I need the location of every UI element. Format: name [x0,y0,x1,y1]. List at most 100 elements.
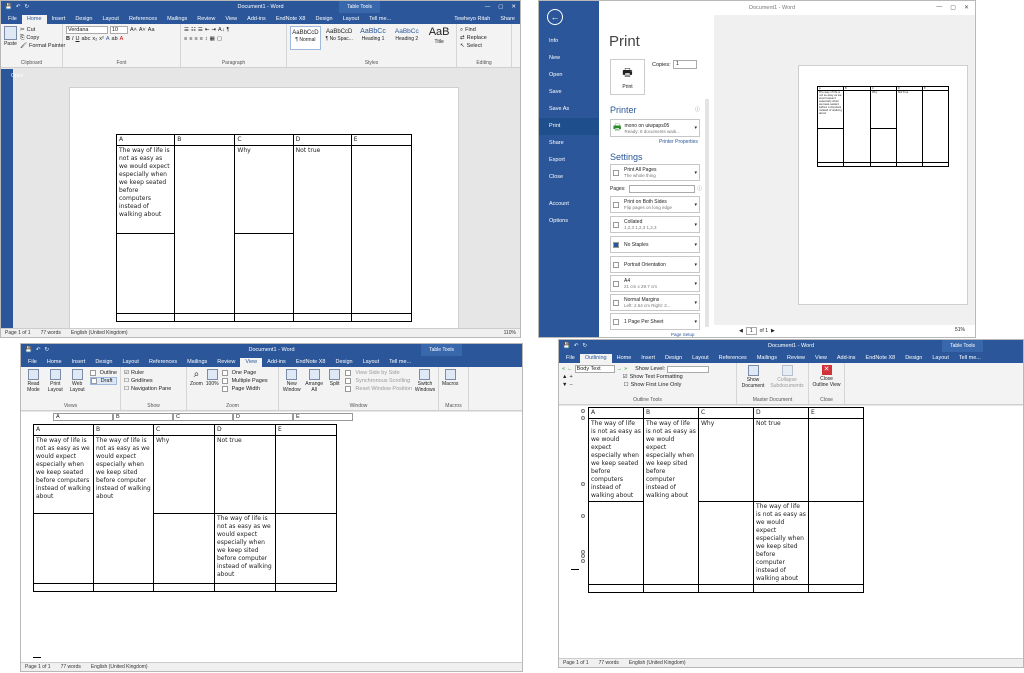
table-cell[interactable]: D [214,424,276,436]
table-cell[interactable] [174,313,236,322]
tab-references[interactable]: References [714,354,752,363]
table-cell[interactable] [174,145,236,314]
page-setup-link[interactable]: Page Setup [671,332,695,337]
minimize-button[interactable]: — [936,4,942,11]
backstage-export[interactable]: Export [539,152,599,169]
demote-body-icon[interactable]: » [624,366,627,372]
expand-icon[interactable]: + [569,374,572,380]
backstage-save-as[interactable]: Save As [539,101,599,118]
duplex-select[interactable]: Print on Both Sides Flip pages on long ed… [610,196,700,213]
language-indicator[interactable]: English (United Kingdom) [91,664,148,670]
tab-mailings[interactable]: Mailings [162,15,192,24]
move-up-icon[interactable]: ▲ [562,374,567,380]
document-page[interactable]: ABCDE The way of life is not as easy as … [69,87,459,337]
table-cell[interactable]: Not true [753,418,809,502]
table-cell[interactable]: A [115,134,176,146]
language-indicator[interactable]: English (United Kingdom) [629,660,686,666]
tab-file[interactable]: File [561,354,580,363]
tab-insert[interactable]: Insert [67,358,91,367]
align-center-icon[interactable]: ≡ [189,36,192,42]
table-cell[interactable] [350,313,413,322]
backstage-share[interactable]: Share [539,135,599,152]
redo-icon[interactable]: ↻ [582,343,587,349]
collate-select[interactable]: Collated 1,2,3 1,2,3 1,2,3 ▾ [610,216,700,233]
print-button[interactable]: 🖶 Print [610,59,645,95]
reset-window-button[interactable]: Reset Window Position [345,385,412,393]
tab-mailings[interactable]: Mailings [182,358,212,367]
table-cell[interactable]: The way of life is not as easy as we wou… [753,501,809,585]
show-document-button[interactable]: Show Document [740,365,766,389]
shrink-font-icon[interactable]: A˅ [139,27,146,33]
tab-review[interactable]: Review [192,15,220,24]
language-indicator[interactable]: English (United Kingdom) [71,330,128,336]
tab-home[interactable]: Home [612,354,637,363]
side-by-side-button[interactable]: View Side by Side [345,369,412,377]
table-cell[interactable]: E [350,134,413,146]
move-down-icon[interactable]: ▼ [562,382,567,388]
subscript-icon[interactable]: x₂ [92,36,97,42]
justify-icon[interactable]: ≡ [200,36,203,42]
save-icon[interactable]: 💾 [563,343,570,349]
table-cell[interactable]: Not true [214,435,276,514]
table-cell[interactable]: D [292,134,352,146]
align-left-icon[interactable]: ≡ [184,36,187,42]
minimize-button[interactable]: — [485,4,491,10]
collapse-icon[interactable]: − [569,382,572,388]
tab-view[interactable]: View [810,354,832,363]
tab-view[interactable]: View [220,15,242,24]
table-cell[interactable]: The way of life is not as easy as we wou… [588,418,644,502]
tab-mailings[interactable]: Mailings [752,354,782,363]
tab-endnote[interactable]: EndNote X8 [861,354,901,363]
table-cell[interactable] [698,501,754,585]
tab-home[interactable]: Home [42,358,67,367]
text-effects-icon[interactable]: A [106,36,110,42]
word-table[interactable]: ABCDE The way of life is not as easy as … [588,407,864,593]
superscript-icon[interactable]: x² [99,36,104,42]
tab-table-layout[interactable]: Layout [927,354,954,363]
backstage-open[interactable]: Open [539,67,599,84]
gridlines-checkbox[interactable]: ☐ Gridlines [124,377,153,385]
shading-icon[interactable]: ▦ [210,36,215,42]
maximize-button[interactable]: ▢ [950,4,956,11]
print-layout-button[interactable]: Print Layout [46,369,65,393]
web-layout-button[interactable]: Web Layout [68,369,87,393]
demote-icon[interactable]: → [617,366,623,372]
pages-per-sheet-select[interactable]: 1 Page Per Sheet ▾ [610,313,700,330]
table-cell[interactable] [214,583,276,592]
copy-button[interactable]: ⎘ Copy [20,34,65,42]
promote-icon[interactable]: ← [567,366,573,372]
table-cell[interactable]: Why [153,435,215,514]
table-cell[interactable]: C [153,424,215,436]
select-button[interactable]: ↖ Select [460,42,482,50]
table-cell[interactable]: D [753,407,809,419]
split-button[interactable]: Split [327,369,343,387]
next-page-icon[interactable]: ▶ [771,328,775,334]
tell-me-box[interactable]: Tell me... [364,15,396,24]
table-cell[interactable]: The way of life is not as easy as we wou… [93,435,154,584]
table-cell[interactable]: B [93,424,154,436]
maximize-button[interactable]: ▢ [498,4,503,10]
tab-design[interactable]: Design [90,358,117,367]
change-case-icon[interactable]: Aa [148,27,155,33]
sort-icon[interactable]: A↓ [218,27,224,33]
backstage-new[interactable]: New [539,50,599,67]
close-outline-view-button[interactable]: ✕ Close Outline View [812,365,841,388]
back-arrow-icon[interactable]: ← [547,9,563,25]
table-cell[interactable] [588,501,644,585]
draft-button[interactable]: Draft [89,377,118,385]
tab-layout[interactable]: Layout [687,354,714,363]
backstage-save[interactable]: Save [539,84,599,101]
table-cell[interactable] [753,584,809,593]
preview-zoom[interactable]: 51% [955,327,965,333]
table-cell[interactable] [275,583,337,592]
print-range-select[interactable]: Print All Pages The whole thing ▾ [610,164,700,181]
staples-select[interactable]: No Staples ▾ [610,236,700,253]
tab-addins[interactable]: Add-ins [262,358,291,367]
document-area[interactable]: Open ABCDE The way of life is not as eas… [1,69,520,337]
bold-icon[interactable]: B [66,36,70,42]
page-number-input[interactable]: 1 [745,327,757,335]
table-cell[interactable] [275,513,337,584]
tab-addins[interactable]: Add-ins [242,15,271,24]
tab-references[interactable]: References [124,15,162,24]
backstage-account[interactable]: Account [539,196,599,213]
